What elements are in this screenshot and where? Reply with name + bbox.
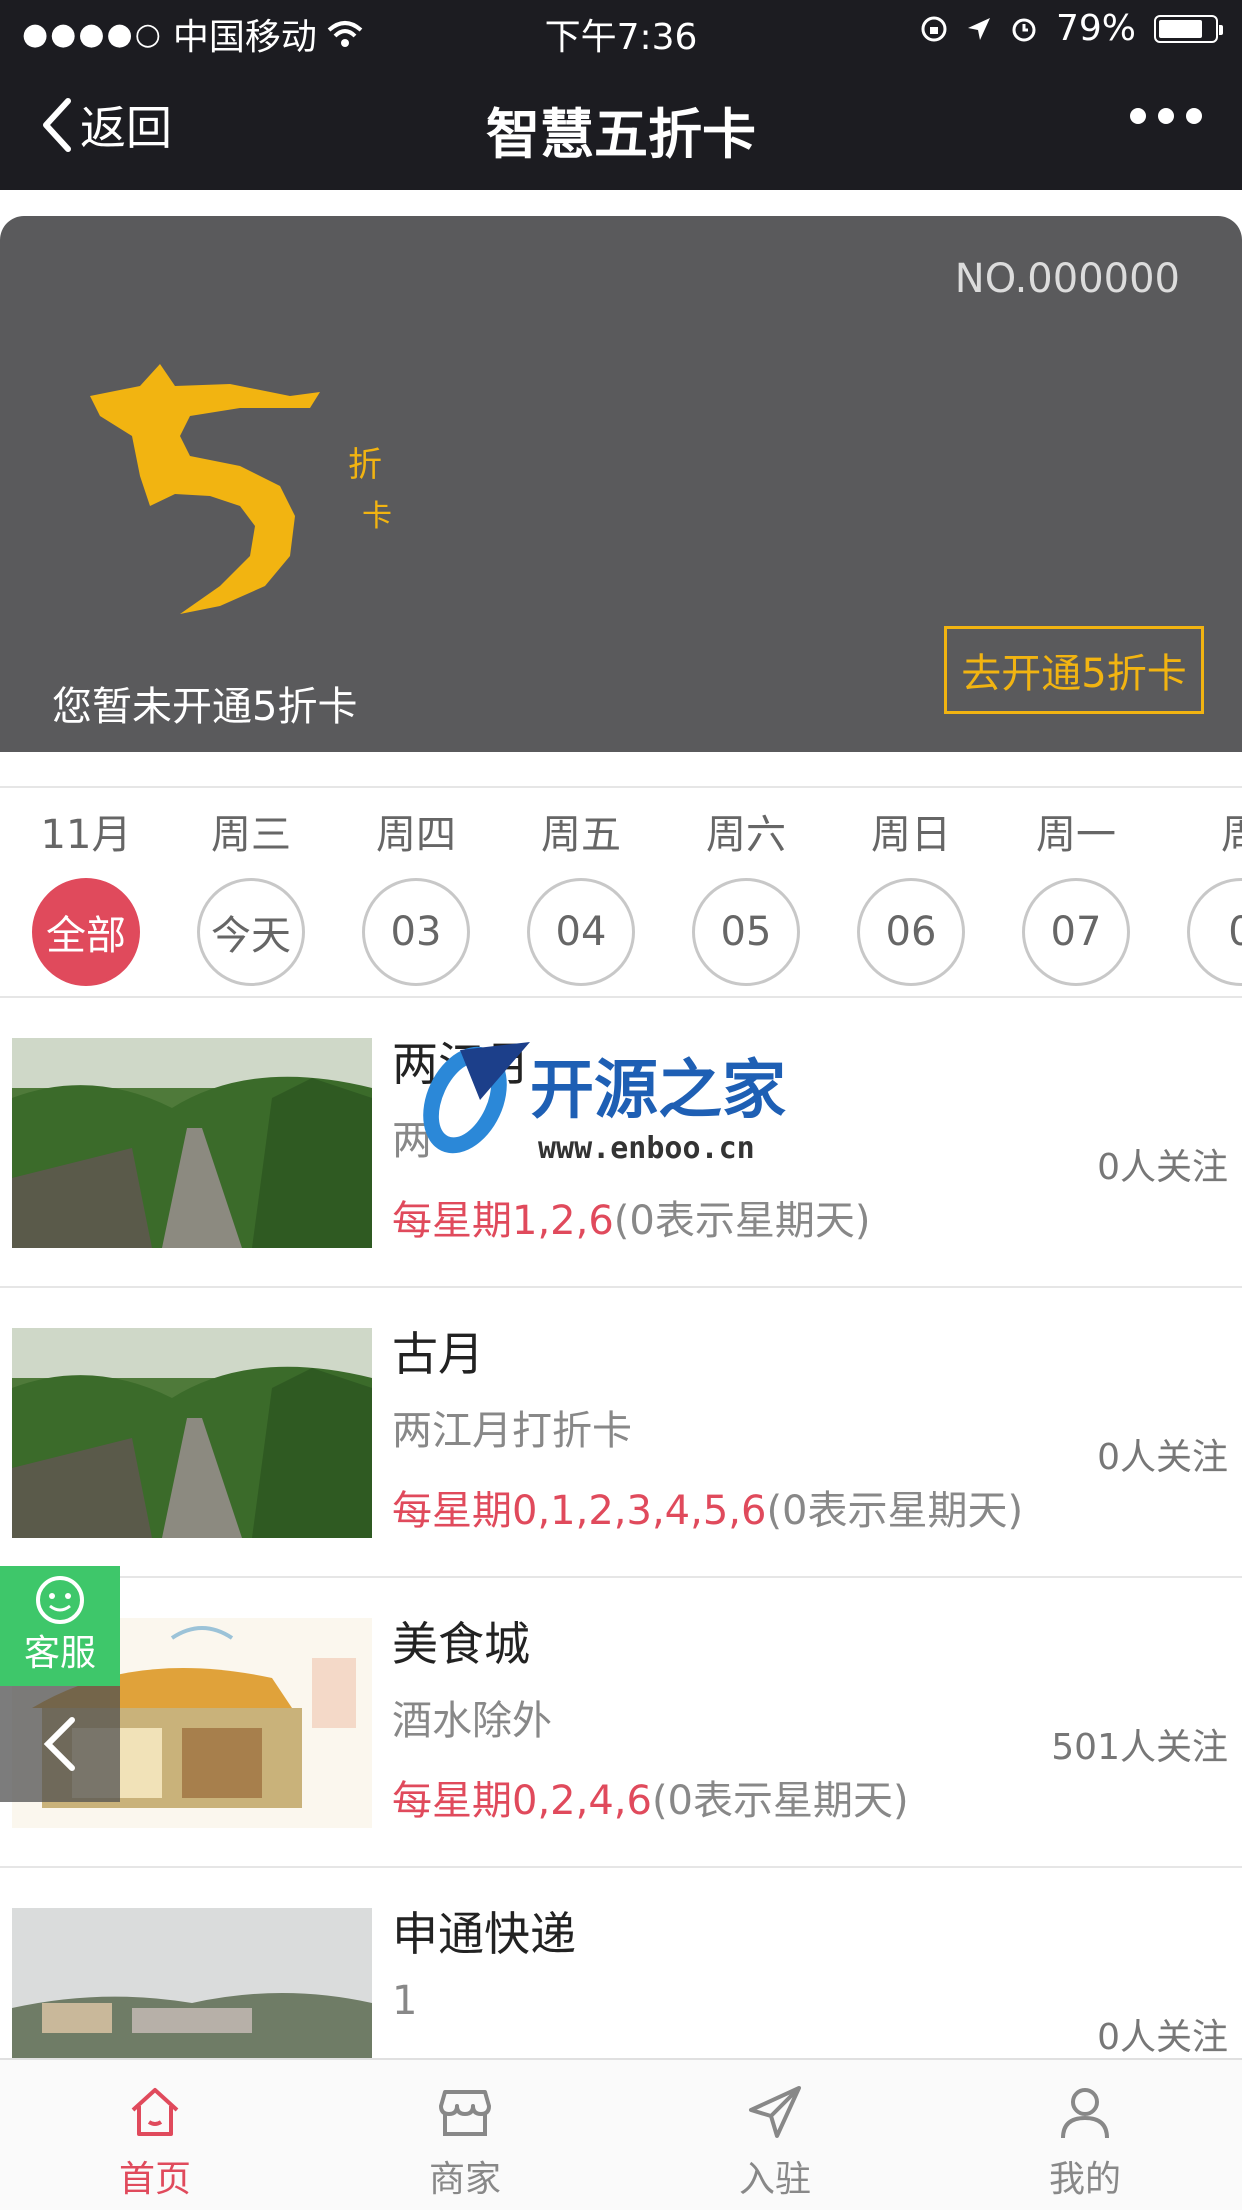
followers-count: 0人关注 xyxy=(1097,2017,1228,2058)
merchant-thumbnail xyxy=(12,1038,372,1248)
day-item[interactable]: 周日 06 xyxy=(855,788,967,986)
day-item[interactable]: 周三 今天 xyxy=(195,788,307,986)
status-bar: ●●●●○ 中国移动 下午7:36 79% xyxy=(0,0,1242,60)
day-circle[interactable]: 05 xyxy=(692,878,800,986)
merchant-subtitle: 两江月打折卡 xyxy=(392,1408,632,1454)
day-item[interactable]: 11月全部 xyxy=(30,788,142,986)
day-item[interactable]: 周一 07 xyxy=(1020,788,1132,986)
battery-percent: 79% xyxy=(1055,8,1136,49)
more-button[interactable] xyxy=(1130,108,1202,124)
user-icon xyxy=(1061,2088,1109,2139)
days-prefix: 每星期 xyxy=(392,1778,512,1824)
discount-card: NO.000000 折 卡 您暂未开通5折卡 去开通5折卡 xyxy=(0,216,1242,752)
day-label: 11月 xyxy=(40,812,132,858)
card-logo-text: 折 xyxy=(348,445,382,485)
watermark-name: 开源之家 xyxy=(530,1054,786,1128)
day-label: 周日 xyxy=(871,812,951,858)
day-label: 周一 xyxy=(1036,812,1116,858)
card-logo: 折 卡 xyxy=(80,356,400,620)
discount-days: 每星期0,2,4,6(0表示星期天) xyxy=(392,1768,909,1826)
days-values: 0,1,2,3,4,5,6 xyxy=(512,1488,767,1534)
nav-bar: 返回 智慧五折卡 xyxy=(0,60,1242,190)
customer-service-button[interactable]: 客服 xyxy=(0,1566,120,1686)
five-logo-icon: 折 卡 xyxy=(90,364,392,614)
discount-days: 每星期1,2,6(0表示星期天) xyxy=(392,1188,870,1246)
followers-count: 0人关注 xyxy=(1097,1147,1228,1188)
orientation-lock-icon xyxy=(921,16,947,41)
day-label: 周 xyxy=(1185,802,1242,860)
day-item[interactable]: 周0 xyxy=(1185,788,1242,986)
day-label: 周五 xyxy=(541,812,621,858)
tab-label: 我的 xyxy=(1048,2159,1121,2200)
merchant-title: 申通快递 xyxy=(392,1907,576,1961)
card-logo-text-2: 卡 xyxy=(362,499,392,534)
tab-label: 首页 xyxy=(118,2159,191,2200)
days-note: (0表示星期天) xyxy=(651,1778,909,1824)
day-circle[interactable]: 06 xyxy=(857,878,965,986)
day-circle[interactable]: 03 xyxy=(362,878,470,986)
more-dot-icon xyxy=(1186,108,1202,124)
watermark: 开源之家 www.enboo.cn xyxy=(420,1040,840,1170)
watermark-logo-icon: 开源之家 www.enboo.cn xyxy=(423,1042,786,1166)
day-circle[interactable]: 0 xyxy=(1187,878,1242,986)
more-dot-icon xyxy=(1158,108,1174,124)
day-item[interactable]: 周四 03 xyxy=(360,788,472,986)
tab-merchants[interactable]: 商家 xyxy=(310,2060,620,2210)
day-item[interactable]: 周六 05 xyxy=(690,788,802,986)
day-circle[interactable]: 全部 xyxy=(32,878,140,986)
location-icon xyxy=(967,17,990,40)
day-circle[interactable]: 07 xyxy=(1022,878,1130,986)
merchant-thumbnail xyxy=(12,1328,372,1538)
day-circle[interactable]: 04 xyxy=(527,878,635,986)
days-values: 1,2,6 xyxy=(512,1198,614,1244)
merchant-subtitle: 酒水除外 xyxy=(392,1698,552,1744)
tab-profile[interactable]: 我的 xyxy=(930,2060,1240,2210)
days-prefix: 每星期 xyxy=(392,1198,512,1244)
customer-service-label: 客服 xyxy=(23,1633,96,1674)
tab-label: 商家 xyxy=(428,2159,501,2200)
chevron-left-icon xyxy=(43,1717,75,1771)
paper-plane-icon xyxy=(749,2086,801,2138)
followers-count: 501人关注 xyxy=(1051,1727,1228,1768)
merchant-title: 美食城 xyxy=(392,1617,530,1671)
list-item[interactable]: 古月 两江月打折卡 每星期0,1,2,3,4,5,6(0表示星期天) 0人关注 xyxy=(0,1286,1242,1576)
card-status: 您暂未开通5折卡 xyxy=(52,684,358,730)
page-title: 智慧五折卡 xyxy=(486,103,756,166)
activate-card-button[interactable]: 去开通5折卡 xyxy=(944,626,1204,714)
days-note: (0表示星期天) xyxy=(766,1488,1024,1534)
tab-home[interactable]: 首页 xyxy=(0,2060,310,2210)
tab-label: 入驻 xyxy=(738,2159,811,2200)
day-label: 周三 xyxy=(211,812,291,858)
battery-icon xyxy=(1154,14,1223,43)
tab-join[interactable]: 入驻 xyxy=(620,2060,930,2210)
watermark-url: www.enboo.cn xyxy=(538,1131,755,1166)
merchant-subtitle: 1 xyxy=(392,1978,418,2024)
days-note: (0表示星期天) xyxy=(613,1198,871,1244)
day-label: 周四 xyxy=(376,812,456,858)
list-item[interactable]: 美食城 酒水除外 每星期0,2,4,6(0表示星期天) 501人关注 xyxy=(0,1576,1242,1866)
followers-count: 0人关注 xyxy=(1097,1437,1228,1478)
day-circle[interactable]: 今天 xyxy=(197,878,305,986)
shop-icon xyxy=(439,2090,491,2136)
more-dot-icon xyxy=(1130,108,1146,124)
discount-days: 每星期0,1,2,3,4,5,6(0表示星期天) xyxy=(392,1478,1023,1536)
days-values: 0,2,4,6 xyxy=(512,1778,652,1824)
days-prefix: 每星期 xyxy=(392,1488,512,1534)
floating-back-button[interactable] xyxy=(0,1686,120,1802)
day-item[interactable]: 周五 04 xyxy=(525,788,637,986)
day-selector: 11月全部 周三今天 周四03 周五04 周六05 周日06 周一07 周0 xyxy=(0,786,1242,996)
tab-bar: 首页 商家 入驻 我的 xyxy=(0,2058,1242,2210)
day-label: 周六 xyxy=(706,812,786,858)
chat-bubble-icon xyxy=(36,1576,84,1624)
alarm-icon xyxy=(1012,18,1036,41)
merchant-title: 古月 xyxy=(392,1327,484,1381)
card-number: NO.000000 xyxy=(954,256,1180,302)
home-icon xyxy=(131,2088,179,2136)
